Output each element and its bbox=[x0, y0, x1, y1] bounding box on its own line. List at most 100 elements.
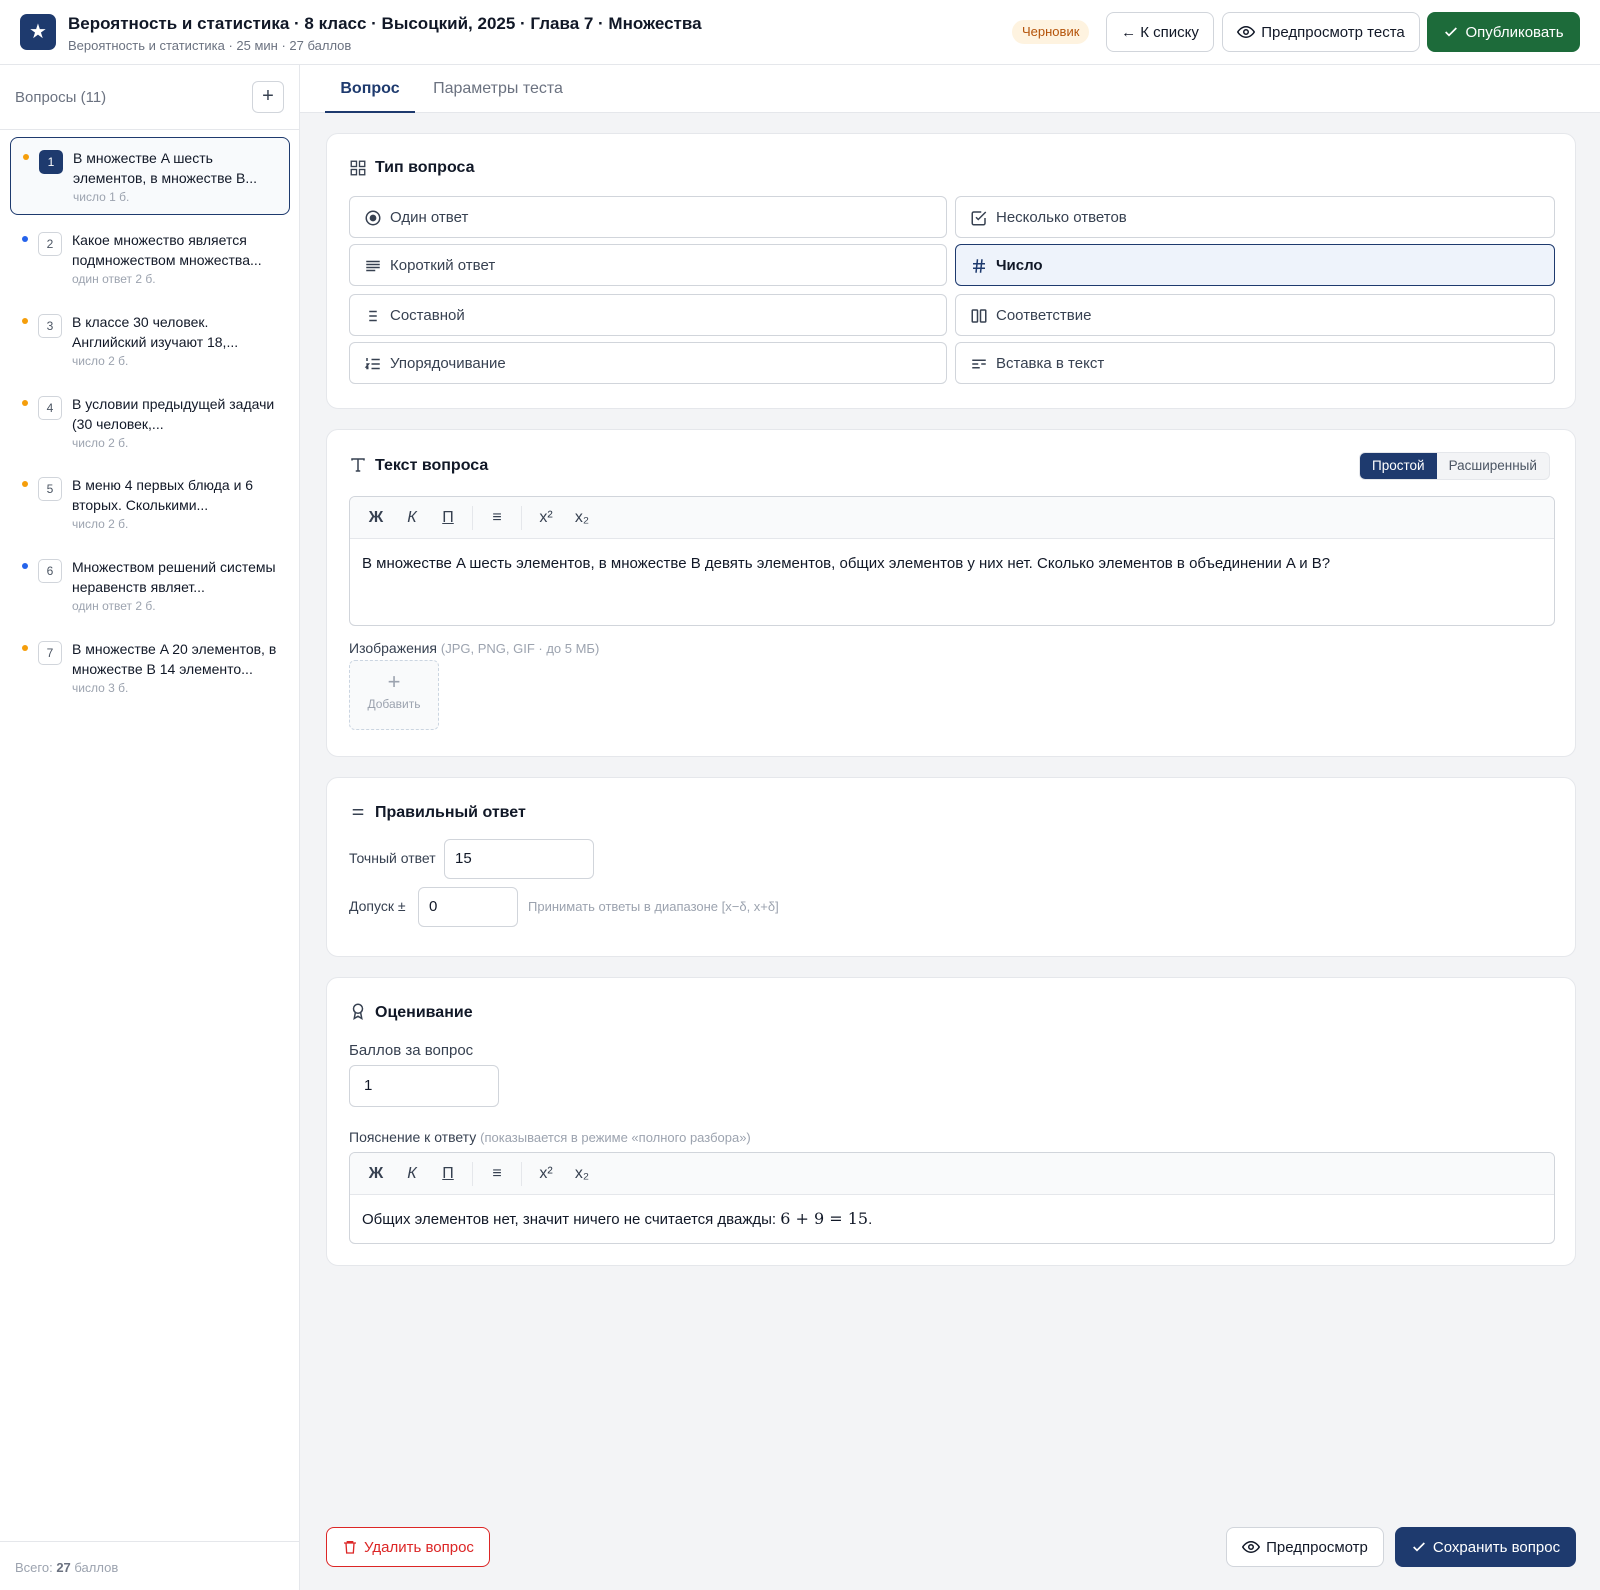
editor-mode-toggle: Простой Расширенный bbox=[1359, 452, 1550, 480]
text-icon bbox=[351, 458, 365, 472]
tabs-bar: Вопрос Параметры теста bbox=[300, 65, 1600, 113]
type-label: Вставка в текст bbox=[996, 354, 1105, 372]
add-question-button[interactable]: + bbox=[252, 81, 284, 113]
points-input[interactable]: 1 bbox=[349, 1065, 499, 1107]
question-preview-text: В классе 30 человек. Английский изучают … bbox=[72, 314, 239, 350]
hash-icon bbox=[973, 259, 985, 273]
type-single-answer[interactable]: Один ответ bbox=[349, 196, 947, 238]
question-list-item[interactable]: 6 Множеством решений системы неравенств я… bbox=[10, 547, 290, 625]
mode-simple[interactable]: Простой bbox=[1360, 453, 1437, 479]
preview-test-button[interactable]: Предпросмотр теста bbox=[1222, 12, 1420, 52]
explanation-editor: Ж К П ≡ x² x₂ Общих элементов нет, значи… bbox=[349, 1152, 1555, 1244]
bold-button[interactable]: Ж bbox=[358, 509, 394, 527]
explanation-hint: (показывается в режиме «полного разбора»… bbox=[480, 1130, 751, 1145]
explanation-text: Общих элементов нет, значит ничего не сч… bbox=[362, 1211, 781, 1228]
subscript-button[interactable]: x₂ bbox=[564, 1165, 600, 1183]
explanation-label: Пояснение к ответу (показывается в режим… bbox=[349, 1129, 751, 1145]
superscript-button[interactable]: x² bbox=[528, 509, 564, 527]
list-button[interactable]: ≡ bbox=[479, 1165, 515, 1183]
save-label: Сохранить вопрос bbox=[1432, 1538, 1561, 1556]
radio-icon bbox=[365, 210, 381, 226]
toolbar-divider bbox=[521, 505, 522, 530]
grid-icon bbox=[350, 160, 366, 176]
back-label: ← К списку bbox=[1121, 23, 1199, 41]
questions-count-title: Вопросы (11) bbox=[15, 89, 107, 106]
underline-button[interactable]: П bbox=[430, 509, 466, 527]
question-list-item[interactable]: 5 В меню 4 первых блюда и 6 вторых. Сколь… bbox=[10, 465, 290, 543]
type-short-answer[interactable]: Короткий ответ bbox=[349, 244, 947, 286]
question-meta: один ответ 2 б. bbox=[72, 272, 156, 286]
question-list-item[interactable]: 2 Какое множество является подмножеством … bbox=[10, 220, 290, 298]
question-number: 1 bbox=[39, 150, 63, 174]
type-multiple-answers[interactable]: Несколько ответов bbox=[955, 196, 1555, 238]
mode-advanced[interactable]: Расширенный bbox=[1437, 453, 1549, 479]
question-list-item[interactable]: 1 В множестве A шесть элементов, в множес… bbox=[10, 137, 290, 215]
question-preview-text: В меню 4 первых блюда и 6 вторых. Скольк… bbox=[72, 477, 254, 513]
type-ordering[interactable]: Упорядочивание bbox=[349, 342, 947, 384]
images-hint: (JPG, PNG, GIF · до 5 МБ) bbox=[440, 641, 600, 656]
exact-answer-input[interactable]: 15 bbox=[444, 839, 594, 879]
checkbox-icon bbox=[971, 211, 987, 226]
question-meta: число 2 б. bbox=[72, 517, 129, 531]
status-dot bbox=[22, 563, 28, 569]
question-number: 5 bbox=[38, 477, 62, 501]
underline-button[interactable]: П bbox=[430, 1165, 466, 1183]
list-button[interactable]: ≡ bbox=[479, 509, 515, 527]
preview-test-label: Предпросмотр теста bbox=[1261, 23, 1405, 41]
bold-button[interactable]: Ж bbox=[358, 1165, 394, 1183]
question-text-title: Текст вопроса bbox=[375, 457, 489, 474]
subscript-button[interactable]: x₂ bbox=[564, 509, 600, 527]
question-text-card: Текст вопроса Простой Расширенный Ж К П … bbox=[326, 429, 1576, 757]
question-list-item[interactable]: 4 В условии предыдущей задачи (30 человек… bbox=[10, 384, 290, 462]
ordered-list-icon bbox=[364, 358, 380, 370]
eye-icon bbox=[1237, 25, 1256, 39]
status-badge: Черновик bbox=[1012, 20, 1090, 44]
status-dot bbox=[22, 236, 28, 242]
divider bbox=[0, 129, 300, 130]
editor-toolbar: Ж К П ≡ x² x₂ bbox=[350, 1153, 1554, 1195]
add-image-button[interactable]: + Добавить bbox=[349, 660, 439, 730]
delete-question-button[interactable]: Удалить вопрос bbox=[326, 1527, 490, 1567]
explanation-content[interactable]: Общих элементов нет, значит ничего не сч… bbox=[350, 1195, 1554, 1243]
type-label: Число bbox=[996, 256, 1043, 274]
back-to-list-button[interactable]: ← К списку bbox=[1106, 12, 1214, 52]
question-number: 7 bbox=[38, 641, 62, 665]
type-fill-in-text[interactable]: Вставка в текст bbox=[955, 342, 1555, 384]
question-preview-text: В множестве A 20 элементов, в множестве … bbox=[72, 641, 277, 677]
eye-icon bbox=[1242, 1540, 1261, 1554]
delete-label: Удалить вопрос bbox=[364, 1538, 474, 1556]
grading-title: Оценивание bbox=[375, 1004, 473, 1021]
publish-button[interactable]: Опубликовать bbox=[1427, 12, 1580, 52]
italic-button[interactable]: К bbox=[394, 1165, 430, 1183]
explanation-formula: 6 + 9 = 15 bbox=[780, 1209, 869, 1228]
equals-icon bbox=[352, 809, 364, 815]
tab-question[interactable]: Вопрос bbox=[325, 65, 415, 113]
tab-test-settings[interactable]: Параметры теста bbox=[433, 65, 563, 113]
preview-button[interactable]: Предпросмотр bbox=[1226, 1527, 1384, 1567]
preview-label: Предпросмотр bbox=[1266, 1538, 1368, 1556]
question-list-item[interactable]: 7 В множестве A 20 элементов, в множестве… bbox=[10, 629, 290, 707]
type-composite[interactable]: Составной bbox=[349, 294, 947, 336]
question-preview-text: В множестве A шесть элементов, в множест… bbox=[73, 150, 258, 186]
question-preview-text: Множеством решений системы неравенств яв… bbox=[72, 559, 276, 595]
status-dot bbox=[22, 645, 28, 651]
save-question-button[interactable]: Сохранить вопрос bbox=[1395, 1527, 1576, 1567]
type-number[interactable]: Число bbox=[955, 244, 1555, 286]
question-text-content[interactable]: В множестве A шесть элементов, в множест… bbox=[350, 539, 1554, 589]
type-label: Упорядочивание bbox=[390, 354, 506, 372]
italic-button[interactable]: К bbox=[394, 509, 430, 527]
total-prefix: Всего: bbox=[15, 1560, 57, 1575]
question-type-title: Тип вопроса bbox=[375, 159, 475, 176]
total-suffix: баллов bbox=[70, 1560, 119, 1575]
superscript-button[interactable]: x² bbox=[528, 1165, 564, 1183]
type-matching[interactable]: Соответствие bbox=[955, 294, 1555, 336]
explanation-label-text: Пояснение к ответу bbox=[349, 1129, 477, 1145]
correct-answer-card: Правильный ответ Точный ответ 15 Допуск … bbox=[326, 777, 1576, 957]
publish-label: Опубликовать bbox=[1465, 23, 1564, 41]
question-list-item[interactable]: 3 В классе 30 человек. Английский изучают… bbox=[10, 302, 290, 380]
exact-answer-label: Точный ответ bbox=[349, 850, 436, 866]
trash-icon bbox=[344, 1541, 357, 1554]
question-type-card: Тип вопроса Один ответ Несколько ответов… bbox=[326, 133, 1576, 409]
tolerance-input[interactable]: 0 bbox=[418, 887, 518, 927]
add-image-label: Добавить bbox=[367, 697, 421, 711]
